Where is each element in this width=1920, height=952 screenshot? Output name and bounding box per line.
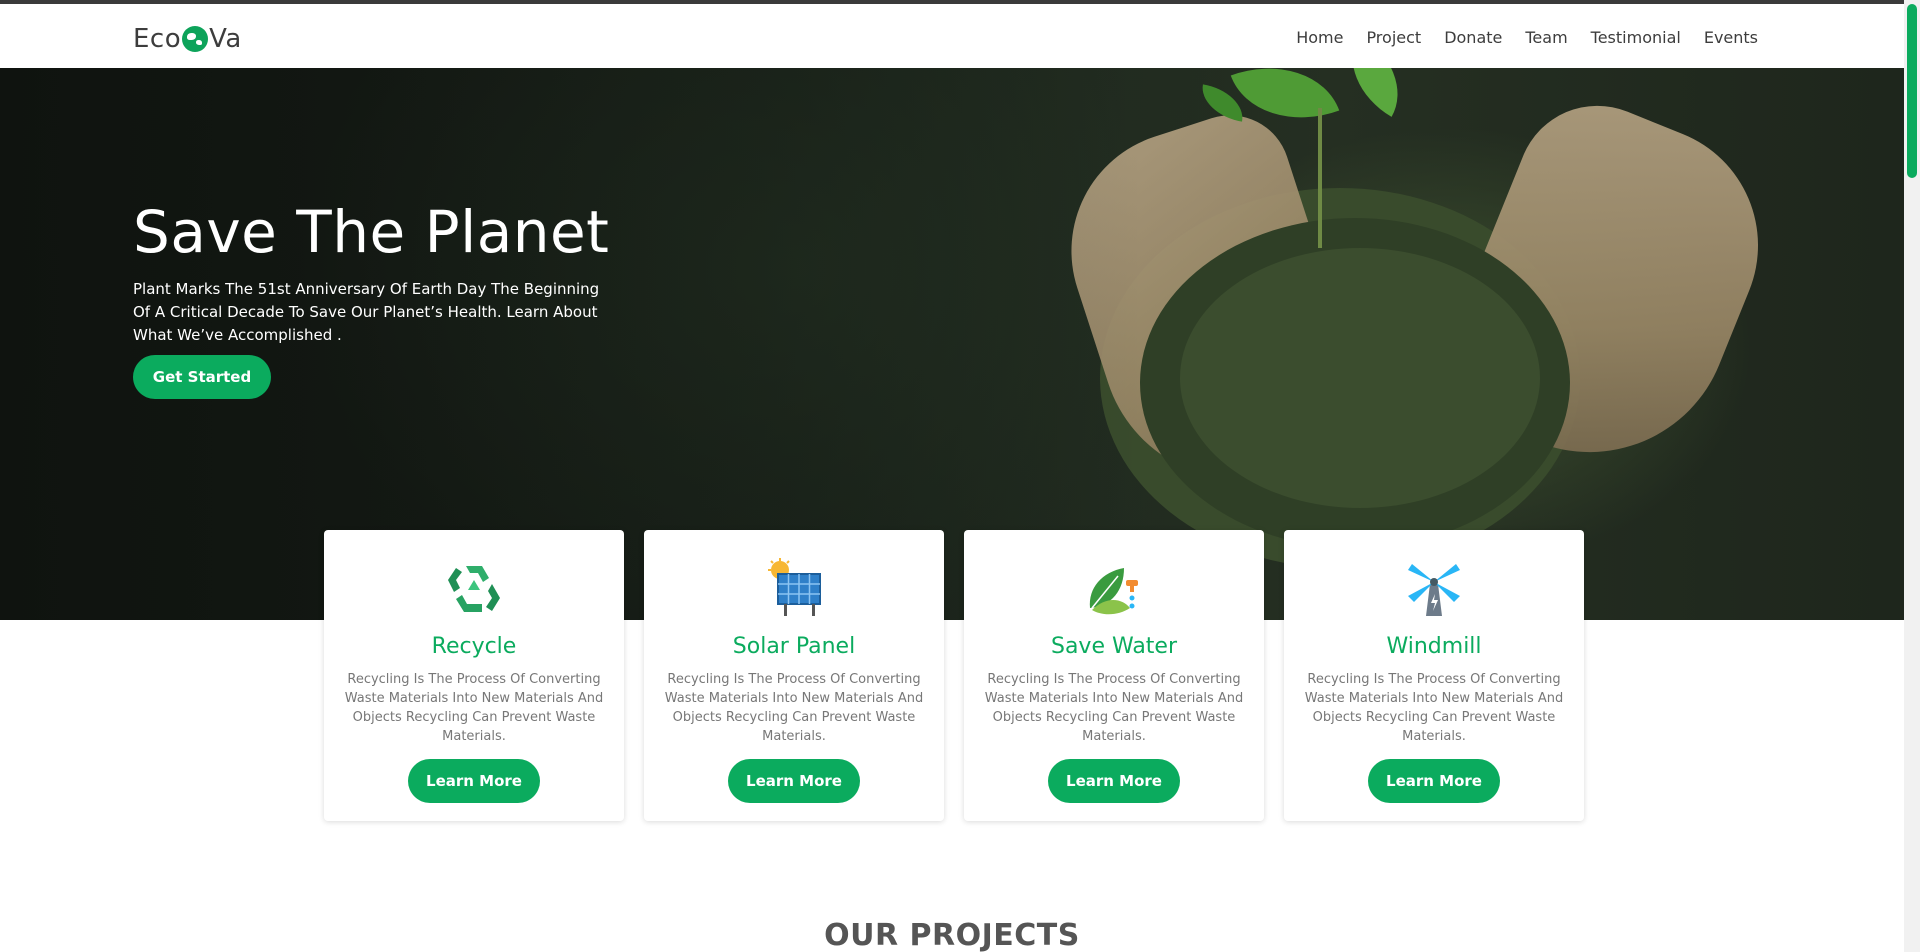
- feature-card-solar-panel: Solar Panel Recycling Is The Process Of …: [644, 530, 944, 821]
- scrollbar-thumb[interactable]: [1907, 4, 1917, 178]
- site-logo[interactable]: Eco Va: [133, 24, 242, 54]
- nav-team[interactable]: Team: [1525, 28, 1567, 47]
- feature-title: Windmill: [1386, 634, 1482, 659]
- learn-more-button[interactable]: Learn More: [1368, 759, 1500, 803]
- page-scrollbar[interactable]: [1904, 0, 1920, 952]
- feature-title: Solar Panel: [732, 634, 856, 659]
- solar-panel-icon: [764, 558, 824, 618]
- feature-cards: Recycle Recycling Is The Process Of Conv…: [324, 530, 1584, 821]
- hero-description: Plant Marks The 51st Anniversary Of Eart…: [133, 280, 600, 344]
- navbar: Eco Va Home Project Donate Team Testimon…: [0, 4, 1904, 68]
- nav-testimonial[interactable]: Testimonial: [1591, 28, 1681, 47]
- main-nav: Home Project Donate Team Testimonial Eve…: [1296, 28, 1758, 47]
- projects-heading: OUR PROJECTS: [824, 918, 1080, 952]
- feature-text: Recycling Is The Process Of Converting W…: [344, 672, 604, 744]
- water-leaf-icon: [1084, 558, 1144, 618]
- logo-text-left: Eco: [133, 24, 182, 54]
- nav-donate[interactable]: Donate: [1444, 28, 1502, 47]
- learn-more-button[interactable]: Learn More: [408, 759, 540, 803]
- feature-text: Recycling Is The Process Of Converting W…: [1304, 672, 1564, 744]
- feature-card-windmill: Windmill Recycling Is The Process Of Con…: [1284, 530, 1584, 821]
- nav-project[interactable]: Project: [1366, 28, 1421, 47]
- feature-title: Recycle: [431, 634, 517, 659]
- feature-card-save-water: Save Water Recycling Is The Process Of C…: [964, 530, 1264, 821]
- learn-more-button[interactable]: Learn More: [1048, 759, 1180, 803]
- get-started-button[interactable]: Get Started: [133, 355, 271, 399]
- nav-events[interactable]: Events: [1704, 28, 1758, 47]
- feature-text: Recycling Is The Process Of Converting W…: [664, 672, 924, 744]
- nav-home[interactable]: Home: [1296, 28, 1343, 47]
- windmill-icon: [1404, 558, 1464, 618]
- globe-icon: [182, 26, 209, 52]
- hero-title: Save The Planet: [133, 198, 610, 266]
- feature-card-recycle: Recycle Recycling Is The Process Of Conv…: [324, 530, 624, 821]
- feature-title: Save Water: [1050, 634, 1178, 659]
- logo-text-right: Va: [209, 24, 242, 54]
- learn-more-button[interactable]: Learn More: [728, 759, 860, 803]
- recycle-icon: [444, 558, 504, 618]
- feature-text: Recycling Is The Process Of Converting W…: [984, 672, 1244, 744]
